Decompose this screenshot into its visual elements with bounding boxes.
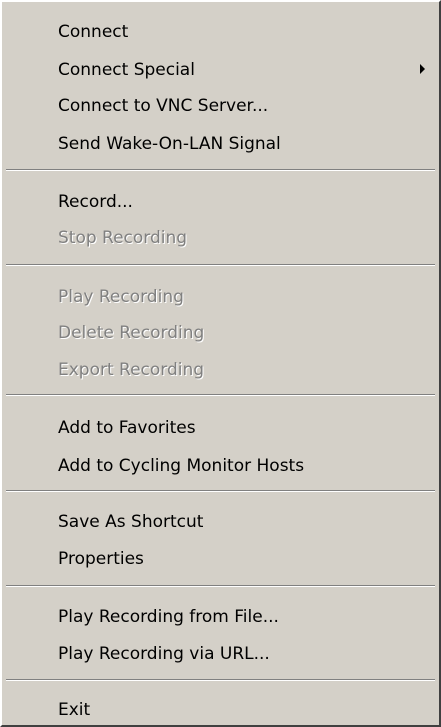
menu-separator bbox=[6, 490, 435, 492]
menu-item-label: Play Recording from File... bbox=[58, 607, 279, 627]
menu-item-exit[interactable]: Exit bbox=[2, 695, 439, 725]
menu-separator bbox=[6, 394, 435, 396]
menu-item-record[interactable]: Record... bbox=[2, 187, 439, 217]
menu-item-properties[interactable]: Properties bbox=[2, 544, 439, 574]
menu-item-send-wake-on-lan[interactable]: Send Wake-On-LAN Signal bbox=[2, 129, 439, 159]
menu-item-label: Play Recording via URL... bbox=[58, 644, 270, 664]
menu-item-label: Export Recording bbox=[58, 360, 205, 380]
menu-item-play-recording-from-file[interactable]: Play Recording from File... bbox=[2, 602, 439, 632]
submenu-arrow-icon bbox=[420, 64, 425, 74]
menu-item-connect-special[interactable]: Connect Special bbox=[2, 55, 439, 85]
menu-item-play-recording-via-url[interactable]: Play Recording via URL... bbox=[2, 639, 439, 669]
menu-item-label: Connect Special bbox=[58, 60, 195, 80]
menu-item-save-as-shortcut[interactable]: Save As Shortcut bbox=[2, 507, 439, 537]
menu-item-stop-recording: Stop Recording bbox=[2, 223, 439, 253]
menu-item-label: Play Recording bbox=[58, 287, 184, 307]
menu-separator bbox=[6, 169, 435, 171]
menu-item-connect[interactable]: Connect bbox=[2, 17, 439, 47]
menu-item-label: Properties bbox=[58, 549, 144, 569]
menu-item-label: Send Wake-On-LAN Signal bbox=[58, 134, 281, 154]
menu-item-connect-to-vnc-server[interactable]: Connect to VNC Server... bbox=[2, 91, 439, 121]
menu-item-label: Stop Recording bbox=[58, 228, 188, 248]
context-menu: Connect Connect Special Connect to VNC S… bbox=[0, 0, 441, 727]
menu-item-label: Save As Shortcut bbox=[58, 512, 204, 532]
menu-item-label: Record... bbox=[58, 192, 133, 212]
menu-item-delete-recording: Delete Recording bbox=[2, 318, 439, 348]
menu-item-label: Delete Recording bbox=[58, 323, 205, 343]
menu-item-label: Connect to VNC Server... bbox=[58, 96, 269, 116]
menu-separator bbox=[6, 679, 435, 681]
menu-item-export-recording: Export Recording bbox=[2, 355, 439, 385]
menu-item-label: Add to Cycling Monitor Hosts bbox=[58, 456, 305, 476]
menu-item-label: Connect bbox=[58, 22, 129, 42]
menu-item-label: Add to Favorites bbox=[58, 418, 196, 438]
menu-separator bbox=[6, 585, 435, 587]
menu-item-play-recording: Play Recording bbox=[2, 282, 439, 312]
menu-item-add-to-cycling-monitor-hosts[interactable]: Add to Cycling Monitor Hosts bbox=[2, 451, 439, 481]
menu-item-add-to-favorites[interactable]: Add to Favorites bbox=[2, 413, 439, 443]
menu-item-label: Exit bbox=[58, 700, 91, 720]
menu-separator bbox=[6, 264, 435, 266]
